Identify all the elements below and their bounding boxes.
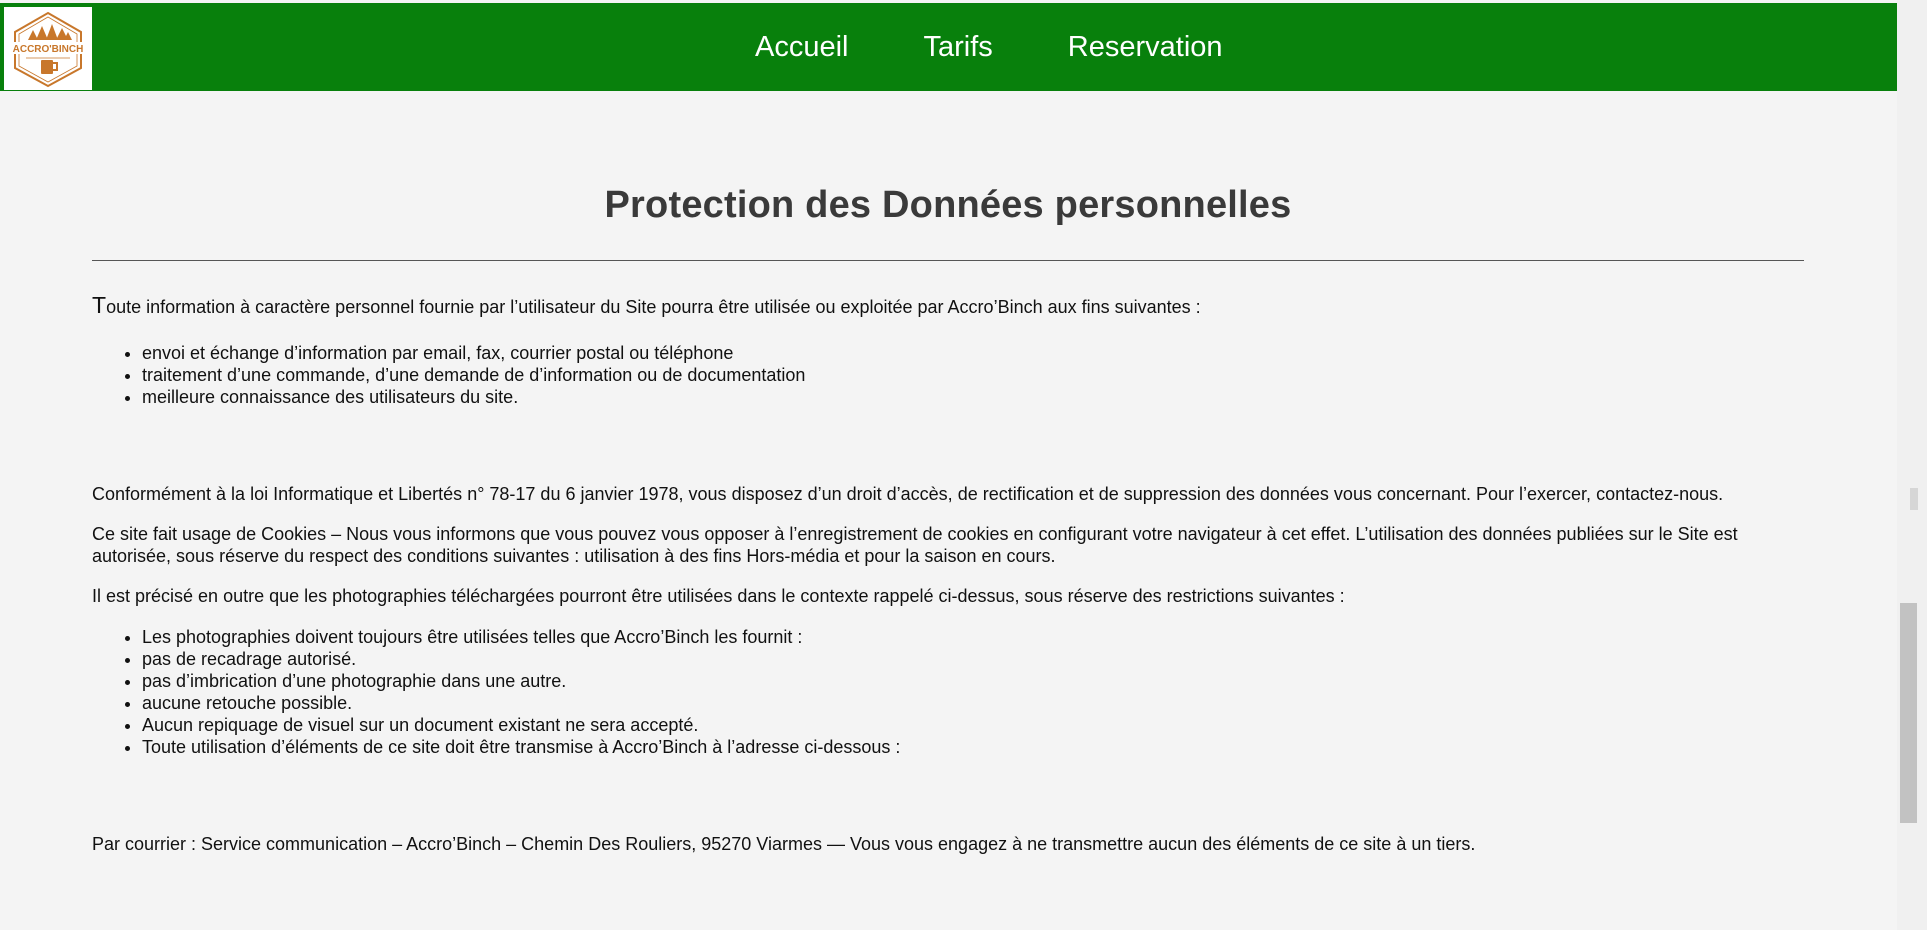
list-item: Aucun repiquage de visuel sur un documen… <box>142 714 1804 736</box>
title-divider <box>92 260 1804 261</box>
list-item: pas d’imbrication d’une photographie dan… <box>142 670 1804 692</box>
law-paragraph: Conformément à la loi Informatique et Li… <box>92 484 1724 504</box>
main-content: Protection des Données personnelles Tout… <box>92 91 1804 855</box>
list-item: Les photographies doivent toujours être … <box>142 626 1804 648</box>
main-nav: Accueil Tarifs Reservation <box>755 3 1223 91</box>
scrollbar-thumb[interactable] <box>1900 603 1917 823</box>
scrollbar-marker <box>1910 488 1918 510</box>
page-title: Protection des Données personnelles <box>604 184 1292 226</box>
nav-link-tarifs[interactable]: Tarifs <box>924 31 993 64</box>
list-item: meilleure connaissance des utilisateurs … <box>142 386 1804 408</box>
restrictions-list: Les photographies doivent toujours être … <box>92 626 1804 758</box>
nav-link-reservation[interactable]: Reservation <box>1068 31 1223 64</box>
cookies-paragraph: Ce site fait usage de Cookies – Nous vou… <box>92 524 1738 566</box>
site-logo[interactable]: ACCRO'BINCH <box>4 7 92 90</box>
list-item: Toute utilisation d’éléments de ce site … <box>142 736 1804 758</box>
intro-paragraph: Toute information à caractère personnel … <box>92 294 1804 318</box>
top-nav-bar: ACCRO'BINCH Accueil Tarifs Reservation <box>0 3 1897 91</box>
purposes-list: envoi et échange d’information par email… <box>92 342 1804 408</box>
intro-drop-letter: T <box>92 292 107 318</box>
nav-link-accueil[interactable]: Accueil <box>755 31 849 64</box>
photos-paragraph: Il est précisé en outre que les photogra… <box>92 586 1345 606</box>
accrobinch-logo-icon: ACCRO'BINCH <box>13 11 84 87</box>
list-item: aucune retouche possible. <box>142 692 1804 714</box>
list-item: pas de recadrage autorisé. <box>142 648 1804 670</box>
page: ACCRO'BINCH Accueil Tarifs Reservation P… <box>0 0 1897 930</box>
courrier-paragraph: Par courrier : Service communication – A… <box>92 834 1476 854</box>
list-item: envoi et échange d’information par email… <box>142 342 1804 364</box>
intro-text: oute information à caractère personnel f… <box>106 297 1201 317</box>
svg-text:ACCRO'BINCH: ACCRO'BINCH <box>13 44 84 55</box>
list-item: traitement d’une commande, d’une demande… <box>142 364 1804 386</box>
